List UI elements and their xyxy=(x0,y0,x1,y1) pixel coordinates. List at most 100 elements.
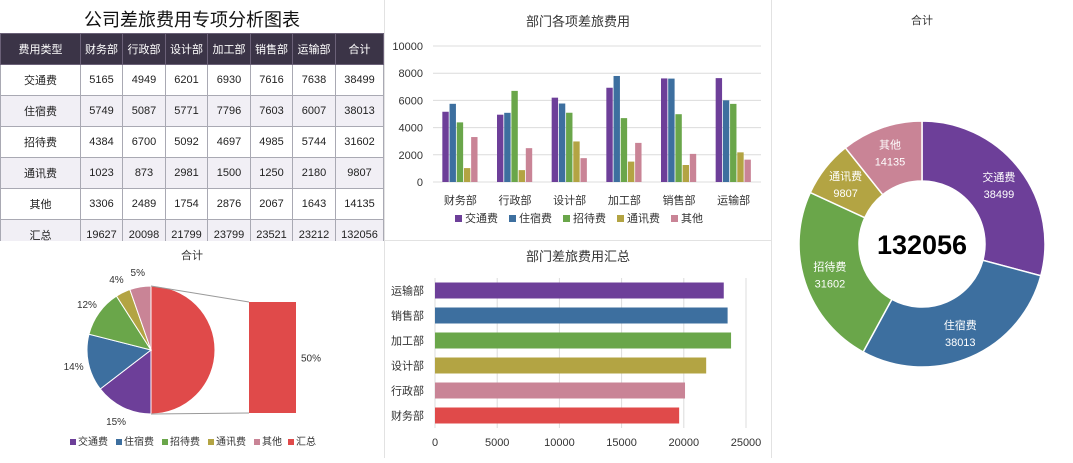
percent-label: 12% xyxy=(77,300,97,311)
percent-label: 5% xyxy=(131,268,146,279)
y-tick-label: 财务部 xyxy=(391,409,424,423)
sheet-title: 公司差旅费用专项分析图表 xyxy=(84,10,300,31)
legend-label: 其他 xyxy=(262,435,282,448)
table-cell: 7638 xyxy=(292,64,336,96)
legend-label: 招待费 xyxy=(170,435,200,448)
y-tick-label: 设计部 xyxy=(391,359,424,373)
table-header-cell: 加工部 xyxy=(207,33,251,65)
legend-swatch xyxy=(254,439,260,445)
dept-bar-chart: 部门各项差旅费用 0 2000 4000 6000 8000 10000 财务部 行政部 设计部 加… xyxy=(392,14,761,225)
table-cell: 4697 xyxy=(207,126,251,158)
bar xyxy=(722,100,730,182)
table-cell: 招待费 xyxy=(0,126,81,158)
bar xyxy=(551,97,559,182)
table-cell: 通讯费 xyxy=(0,157,81,189)
table-header-cell: 费用类型 xyxy=(0,33,81,65)
legend-swatch xyxy=(509,215,516,222)
legend-swatch xyxy=(162,439,168,445)
x-tick-label: 20000 xyxy=(669,437,700,449)
table-header-cell: 财务部 xyxy=(80,33,123,65)
slice-category-label: 招待费 xyxy=(813,260,846,274)
table-cell: 3306 xyxy=(80,188,123,220)
bar xyxy=(620,118,628,182)
table-cell: 7796 xyxy=(207,95,251,127)
table-cell: 5087 xyxy=(122,95,166,127)
table-cell: 2981 xyxy=(165,157,208,189)
legend-swatch xyxy=(208,439,214,445)
chart-title: 合计 xyxy=(911,13,933,27)
y-tick-label: 10000 xyxy=(392,41,423,53)
table-cell: 6007 xyxy=(292,95,336,127)
legend-swatch xyxy=(563,215,570,222)
y-tick-label: 4000 xyxy=(399,123,423,135)
table-cell: 873 xyxy=(122,157,166,189)
table-cell: 6700 xyxy=(122,126,166,158)
bar xyxy=(675,114,682,182)
y-tick-label: 行政部 xyxy=(391,384,424,398)
bar xyxy=(689,153,697,182)
percent-label: 4% xyxy=(109,275,124,286)
table-cell: 6930 xyxy=(207,64,251,96)
y-tick-label: 运输部 xyxy=(391,284,424,298)
table-cell: 1643 xyxy=(292,188,336,220)
chart-title: 合计 xyxy=(181,248,203,262)
bar xyxy=(435,282,724,299)
table-cell: 5165 xyxy=(80,64,123,96)
table-cell: 5771 xyxy=(165,95,208,127)
table-cell: 2180 xyxy=(292,157,336,189)
legend-label: 住宿费 xyxy=(124,435,154,448)
table-cell: 4384 xyxy=(80,126,123,158)
x-tick-label: 销售部 xyxy=(663,193,696,207)
table-cell: 2489 xyxy=(122,188,166,220)
summary-barh-chart: 部门差旅费用汇总 0 5000 10000 15000 20000 25000 运输部销售部加… xyxy=(391,249,761,449)
table-cell: 4985 xyxy=(250,126,293,158)
bar xyxy=(737,152,744,182)
table-cell: 交通费 xyxy=(0,64,81,96)
x-tick-label: 0 xyxy=(432,437,438,449)
legend-swatch xyxy=(116,439,122,445)
table-cell: 2876 xyxy=(207,188,251,220)
slice-value-label: 38013 xyxy=(945,337,976,349)
x-tick-label: 加工部 xyxy=(608,193,641,207)
bar xyxy=(627,161,635,182)
table-header-cell: 销售部 xyxy=(250,33,293,65)
legend-swatch xyxy=(70,439,76,445)
table-row: 通讯费 1023 873 2981 1500 1250 2180 9807 xyxy=(0,157,384,189)
summary-barh-chart-panel: 部门差旅费用汇总 0 5000 10000 15000 20000 25000 运输部 销售部加… xyxy=(385,241,771,458)
bar xyxy=(449,103,456,182)
x-tick-label: 5000 xyxy=(485,437,509,449)
bar xyxy=(435,357,707,374)
x-tick-label: 运输部 xyxy=(717,193,750,207)
bar xyxy=(613,75,620,182)
table-cell: 6201 xyxy=(165,64,208,96)
bar xyxy=(435,307,728,324)
table-cell: 1500 xyxy=(207,157,251,189)
table-cell: 14135 xyxy=(335,188,384,220)
table-header-row: 费用类型 财务部 行政部 设计部 加工部 销售部 运输部 合计 xyxy=(0,33,384,65)
percent-label: 14% xyxy=(64,362,84,373)
x-tick-label: 10000 xyxy=(544,437,575,449)
connector-line xyxy=(150,412,250,415)
bar xyxy=(730,103,737,182)
table-cell: 31602 xyxy=(335,126,384,158)
table-cell: 其他 xyxy=(0,188,81,220)
bar-of-pie-chart: 合计 15% 14% 12% 4% 5% 50% 交通费 住宿费 招待费 通讯费 其他 汇总 xyxy=(64,248,322,448)
table-cell: 38499 xyxy=(335,64,384,96)
legend-swatch xyxy=(671,215,678,222)
legend-label: 通讯费 xyxy=(627,212,660,225)
legend-label: 招待费 xyxy=(573,211,606,225)
table-row: 招待费 4384 6700 5092 4697 4985 5744 31602 xyxy=(0,126,384,158)
y-tick-label: 销售部 xyxy=(391,309,424,323)
donut-center-total: 132056 xyxy=(877,230,967,260)
bar xyxy=(558,103,566,182)
table-row: 交通费 5165 4949 6201 6930 7616 7638 38499 xyxy=(0,64,384,96)
bar xyxy=(744,159,751,182)
table-cell: 住宿费 xyxy=(0,95,81,127)
table-cell: 5092 xyxy=(165,126,208,158)
bar xyxy=(511,90,518,182)
table-header-cell: 运输部 xyxy=(292,33,336,65)
slice-value-label: 14135 xyxy=(875,156,906,168)
slice-value-label: 38499 xyxy=(984,189,1015,201)
bar xyxy=(497,114,504,182)
slice-value-label: 31602 xyxy=(815,279,846,291)
